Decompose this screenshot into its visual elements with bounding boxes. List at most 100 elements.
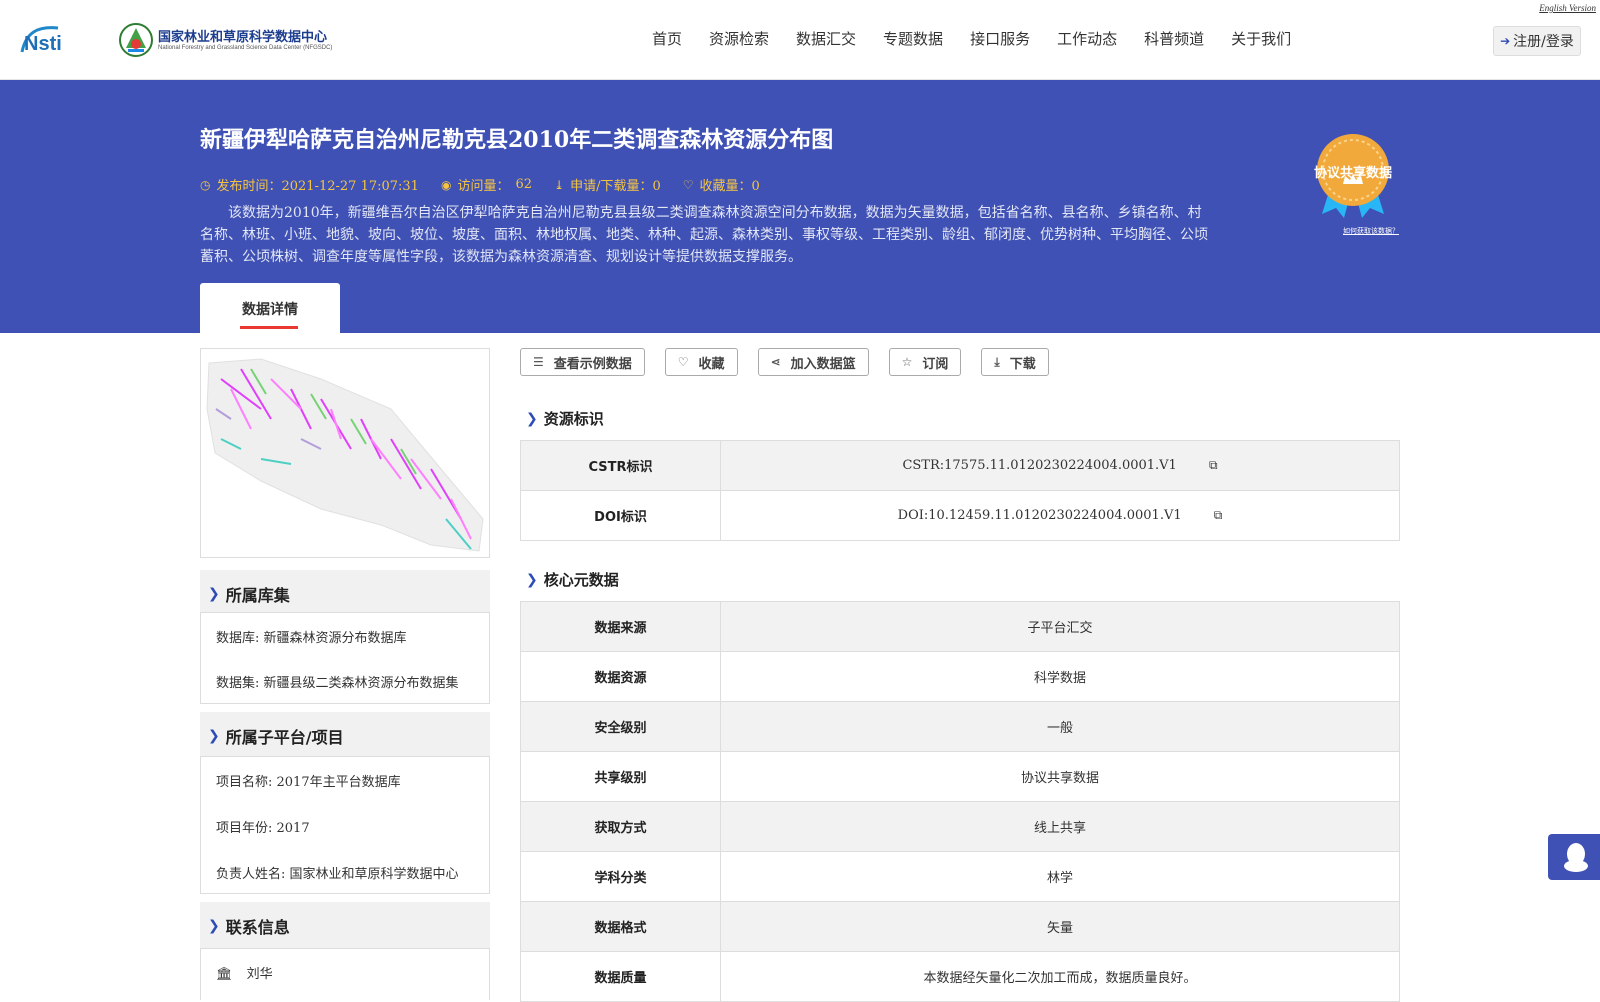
download-count-text: 申请/下载量：0 — [570, 179, 661, 194]
contact-section-header: ❯ 联系信息 — [200, 902, 490, 950]
project-section-title: 所属子平台/项目 — [225, 728, 344, 747]
add-to-basket-button[interactable]: ⋖ 加入数据篮 — [757, 348, 869, 376]
add-to-basket-label: 加入数据篮 — [790, 356, 856, 372]
project-owner: 负责人姓名: 国家林业和草原科学数据中心 — [216, 867, 459, 882]
nav-news[interactable]: 工作动态 — [1057, 28, 1117, 49]
qq-chat-button[interactable] — [1548, 834, 1600, 880]
identifiers-section-title: ❯ 资源标识 — [526, 408, 604, 429]
nav-resource-search[interactable]: 资源检索 — [709, 28, 769, 49]
center-name-en: National Forestry and Grassland Science … — [158, 45, 333, 51]
library-box: 数据库: 新疆森林资源分布数据库 数据集: 新疆县级二类森林资源分布数据集 — [200, 612, 490, 704]
table-row: DOI标识 DOI:10.12459.11.0120230224004.0001… — [520, 490, 1400, 541]
contact-box: 🏛 刘华 — [200, 948, 490, 1000]
view-sample-button[interactable]: ☰ 查看示例数据 — [520, 348, 645, 376]
meta-value: 子平台汇交 — [720, 601, 1400, 652]
login-button[interactable]: ➔ 注册/登录 — [1493, 26, 1581, 56]
chevron-right-icon: ❯ — [526, 410, 538, 427]
favorite-button[interactable]: ♡ 收藏 — [664, 348, 738, 376]
share-badge-label: 协议共享数据 — [1313, 166, 1392, 181]
meta-value: 本数据经矢量化二次加工而成，数据质量良好。 — [720, 951, 1400, 1002]
center-emblem-icon — [119, 23, 153, 57]
download-button[interactable]: ⤓ 下载 — [981, 348, 1049, 376]
library-dataset[interactable]: 数据集: 新疆县级二类森林资源分布数据集 — [216, 672, 474, 691]
nav-thematic-data[interactable]: 专题数据 — [883, 28, 943, 49]
meta-key: 数据来源 — [520, 601, 721, 652]
nav-about[interactable]: 关于我们 — [1231, 28, 1291, 49]
meta-key: 获取方式 — [520, 801, 721, 852]
table-row: 学科分类 林学 — [520, 851, 1400, 902]
nav-science-channel[interactable]: 科普频道 — [1144, 28, 1204, 49]
meta-value: 一般 — [720, 701, 1400, 752]
meta-key: 学科分类 — [520, 851, 721, 902]
contact-name-line: 🏛 刘华 — [216, 963, 474, 982]
favorite-label: 收藏 — [698, 356, 725, 372]
library-section-header: ❯ 所属库集 — [200, 570, 490, 618]
core-meta-section-title: ❯ 核心元数据 — [526, 569, 619, 590]
core-meta-table: 数据来源 子平台汇交 数据资源 科学数据 安全级别 一般 共享级别 协议共享数据… — [520, 601, 1400, 1002]
identifiers-table: CSTR标识 CSTR:17575.11.0120230224004.0001.… — [520, 440, 1400, 541]
favorite-count: ♡ 收藏量：0 — [682, 175, 760, 195]
download-label: 下载 — [1009, 356, 1036, 372]
visit-count: ◉ 访问量： 62 — [441, 175, 532, 194]
view-sample-label: 查看示例数据 — [553, 356, 632, 372]
publish-time: ◷ 发布时间：2021-12-27 17:07:31 — [200, 175, 419, 195]
meta-value: 线上共享 — [720, 801, 1400, 852]
english-version-link[interactable]: English Version — [1539, 3, 1596, 13]
action-bar: ☰ 查看示例数据 ♡ 收藏 ⋖ 加入数据篮 ☆ 订阅 ⤓ 下载 — [520, 348, 1069, 376]
copy-icon[interactable]: ⧉ — [1214, 508, 1223, 523]
project-box: 项目名称: 2017年主平台数据库 项目年份: 2017 负责人姓名: 国家林业… — [200, 756, 490, 894]
doi-cell: DOI:10.12459.11.0120230224004.0001.V1 ⧉ — [720, 490, 1400, 541]
nav-home[interactable]: 首页 — [652, 28, 682, 49]
nsti-logo[interactable]: Nsti — [18, 22, 98, 58]
center-logo[interactable]: 国家林业和草原科学数据中心 National Forestry and Gras… — [118, 20, 338, 60]
nsti-logo-text: Nsti — [24, 33, 62, 55]
visit-count-label: 访问量： — [457, 179, 510, 194]
share-icon: ⋖ — [770, 355, 781, 369]
qq-icon — [1564, 843, 1588, 872]
doi-key: DOI标识 — [520, 490, 721, 541]
publish-time-text: 发布时间：2021-12-27 17:07:31 — [216, 179, 419, 194]
favorite-count-text: 收藏量：0 — [699, 179, 760, 194]
meta-key: 数据资源 — [520, 651, 721, 702]
active-tab-indicator — [240, 326, 298, 329]
meta-key: 数据格式 — [520, 901, 721, 952]
meta-key: 共享级别 — [520, 751, 721, 802]
meta-value: 协议共享数据 — [720, 751, 1400, 802]
table-row: 获取方式 线上共享 — [520, 801, 1400, 852]
visit-count-value: 62 — [515, 177, 533, 192]
meta-key: 数据质量 — [520, 951, 721, 1002]
meta-key: 安全级别 — [520, 701, 721, 752]
cstr-cell: CSTR:17575.11.0120230224004.0001.V1 ⧉ — [720, 440, 1400, 491]
core-meta-title: 核心元数据 — [543, 571, 619, 589]
dataset-thumbnail[interactable] — [200, 348, 490, 558]
table-row: 共享级别 协议共享数据 — [520, 751, 1400, 802]
download-count: ⤓ 申请/下载量：0 — [554, 175, 661, 195]
chevron-right-icon: ❯ — [208, 586, 220, 602]
table-row: 数据资源 科学数据 — [520, 651, 1400, 702]
login-label: 注册/登录 — [1513, 34, 1574, 50]
copy-icon[interactable]: ⧉ — [1209, 458, 1218, 473]
table-row: 数据来源 子平台汇交 — [520, 601, 1400, 652]
nav-api-service[interactable]: 接口服务 — [970, 28, 1030, 49]
nav-data-submission[interactable]: 数据汇交 — [796, 28, 856, 49]
tab-data-details[interactable]: 数据详情 — [200, 283, 340, 333]
project-name: 项目名称: 2017年主平台数据库 — [216, 775, 401, 790]
sign-in-icon: ➔ — [1500, 34, 1511, 48]
heart-icon: ♡ — [682, 177, 694, 192]
eye-icon: ◉ — [440, 177, 452, 192]
dataset-banner: 新疆伊犁哈萨克自治州尼勒克县2010年二类调查森林资源分布图 ◷ 发布时间：20… — [0, 80, 1600, 333]
cstr-value: CSTR:17575.11.0120230224004.0001.V1 — [902, 458, 1177, 473]
database-icon: ☰ — [533, 355, 544, 369]
cstr-key: CSTR标识 — [520, 440, 721, 491]
subscribe-button[interactable]: ☆ 订阅 — [888, 348, 962, 376]
contact-section-title: 联系信息 — [225, 918, 290, 937]
download-icon: ⤓ — [994, 354, 1000, 369]
tab-data-details-label: 数据详情 — [242, 302, 298, 318]
library-section-title: 所属库集 — [225, 586, 290, 605]
library-database[interactable]: 数据库: 新疆森林资源分布数据库 — [216, 627, 474, 646]
download-icon: ⤓ — [554, 177, 565, 192]
dataset-description: 该数据为2010年，新疆维吾尔自治区伊犁哈萨克自治州尼勒克县县级二类调查森林资源… — [200, 205, 1208, 265]
project-section-header: ❯ 所属子平台/项目 — [200, 712, 490, 760]
identifiers-title: 资源标识 — [543, 410, 604, 428]
how-to-get-data-link[interactable]: 如何获取该数据？ — [1343, 226, 1399, 236]
